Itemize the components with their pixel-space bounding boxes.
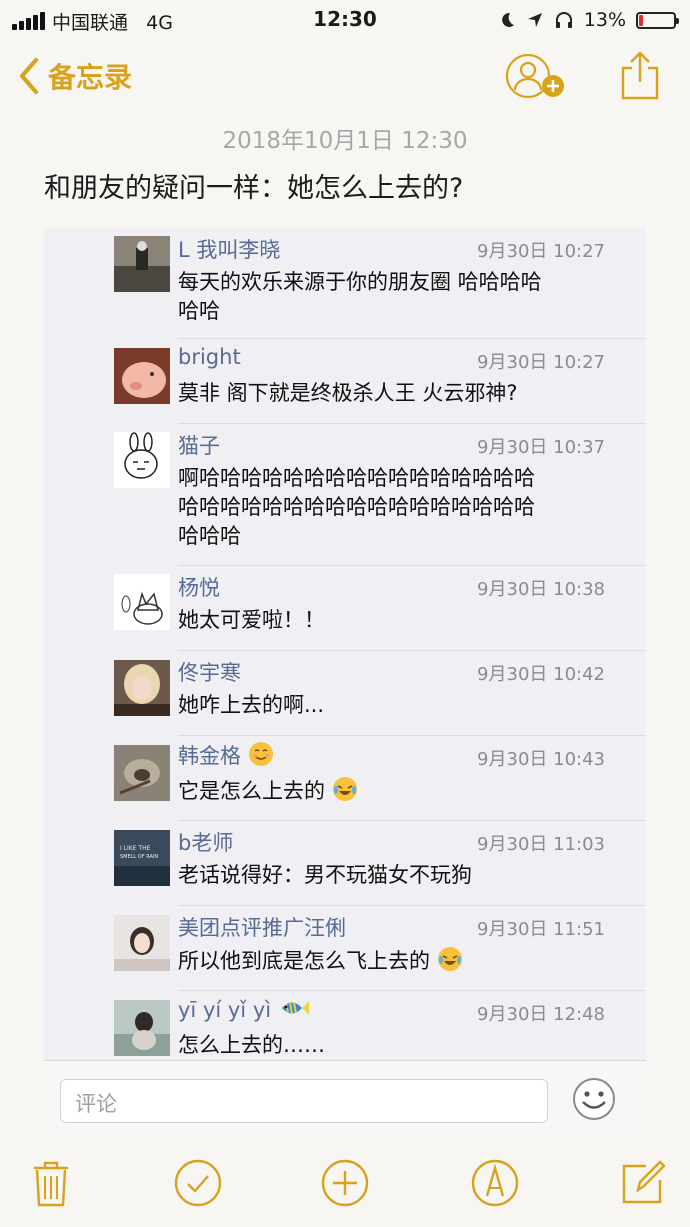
moon-icon <box>501 12 514 27</box>
comment-text: 莫非 阁下就是终极杀人王 火云邪神? <box>178 381 518 405</box>
commenter-name[interactable]: 杨悦 <box>178 572 220 602</box>
comment-time: 9月30日 10:37 <box>477 437 605 458</box>
add-person-icon[interactable] <box>504 52 568 104</box>
comment-item: 韩金格 9月30日 10:43 它是怎么上去的 <box>44 736 646 821</box>
checklist-icon[interactable] <box>173 1158 223 1208</box>
avatar <box>114 745 170 801</box>
smile-emoji-icon <box>248 741 274 772</box>
plus-icon[interactable] <box>320 1158 370 1208</box>
comment-time: 9月30日 10:27 <box>477 352 605 373</box>
comment-item: L 我叫李晓 9月30日 10:27 每天的欢乐来源于你的朋友圈 哈哈哈哈 哈哈 <box>44 228 646 339</box>
commenter-name[interactable]: bright <box>178 345 241 369</box>
battery-icon <box>636 11 679 29</box>
avatar: I LIKE THE SMELL OF RAIN <box>114 830 170 886</box>
comment-text: 每天的欢乐来源于你的朋友圈 哈哈哈哈 哈哈 <box>178 270 542 323</box>
comment-text: 它是怎么上去的 <box>178 776 610 810</box>
pen-icon[interactable] <box>470 1158 520 1208</box>
comment-text: 啊哈哈哈哈哈哈哈哈哈哈哈哈哈哈哈哈 哈哈哈哈哈哈哈哈哈哈哈哈哈哈哈哈哈 哈哈哈 <box>178 466 535 548</box>
headphones-icon <box>555 12 572 28</box>
comment-item: I LIKE THE SMELL OF RAIN b老师 9月30日 11:03 … <box>44 821 646 906</box>
battery-level <box>639 14 643 26</box>
comment-time: 9月30日 10:43 <box>477 749 605 770</box>
comment-time: 9月30日 12:48 <box>477 1004 605 1025</box>
commenter-name[interactable]: b老师 <box>178 827 233 857</box>
commenter-name[interactable]: 猫子 <box>178 430 220 460</box>
comment-item: 美团点评推广汪俐 9月30日 11:51 所以他到底是怎么飞上去的 <box>44 906 646 991</box>
laugh-cry-emoji-icon <box>437 946 463 980</box>
location-icon <box>527 13 542 27</box>
bottom-toolbar <box>0 1150 690 1227</box>
avatar <box>114 348 170 404</box>
commenter-name[interactable]: yī yí yǐ yì <box>178 995 310 1026</box>
comment-item: bright 9月30日 10:27 莫非 阁下就是终极杀人王 火云邪神? <box>44 339 646 424</box>
comment-time: 9月30日 11:51 <box>477 919 605 940</box>
status-bar: 中国联通 4G 12:30 13% <box>0 0 690 40</box>
back-button[interactable]: 备忘录 <box>18 56 132 96</box>
laugh-cry-emoji-icon <box>332 776 358 810</box>
comment-time: 9月30日 10:27 <box>477 241 605 262</box>
commenter-name[interactable]: 美团点评推广汪俐 <box>178 912 346 942</box>
comment-time: 9月30日 10:42 <box>477 664 605 685</box>
comment-time: 9月30日 10:38 <box>477 579 605 600</box>
comment-item: yī yí yǐ yì 9月30日 12:48 怎么上去的…… <box>44 991 646 1060</box>
note-headline[interactable]: 和朋友的疑问一样：她怎么上去的? <box>44 166 463 205</box>
comment-time: 9月30日 11:03 <box>477 834 605 855</box>
avatar <box>114 432 170 488</box>
trash-icon[interactable] <box>26 1158 76 1208</box>
avatar <box>114 574 170 630</box>
comment-list: L 我叫李晓 9月30日 10:27 每天的欢乐来源于你的朋友圈 哈哈哈哈 哈哈… <box>44 228 646 1060</box>
comment-text: 怎么上去的…… <box>178 1033 325 1057</box>
fish-emoji-icon <box>278 995 310 1026</box>
commenter-name[interactable]: 韩金格 <box>178 740 274 772</box>
avatar <box>114 236 170 292</box>
comment-text: 她太可爱啦！！ <box>178 608 325 632</box>
commenter-name[interactable]: L 我叫李晓 <box>178 234 280 264</box>
share-icon[interactable] <box>618 50 662 102</box>
back-label: 备忘录 <box>48 61 133 94</box>
avatar <box>114 1000 170 1056</box>
avatar <box>114 660 170 716</box>
embedded-screenshot: L 我叫李晓 9月30日 10:27 每天的欢乐来源于你的朋友圈 哈哈哈哈 哈哈… <box>44 228 646 1060</box>
avatar <box>114 915 170 971</box>
note-date: 2018年10月1日 12:30 <box>222 128 468 154</box>
emoji-icon[interactable] <box>572 1077 616 1121</box>
commenter-name[interactable]: 佟宇寒 <box>178 657 241 687</box>
svg-text:SMELL OF RAIN: SMELL OF RAIN <box>120 854 158 860</box>
comment-input[interactable]: 评论 <box>60 1079 548 1123</box>
chevron-left-icon <box>20 58 38 94</box>
comment-item: 杨悦 9月30日 10:38 她太可爱啦！！ <box>44 566 646 651</box>
svg-text:I LIKE THE: I LIKE THE <box>120 845 151 852</box>
comment-item: 佟宇寒 9月30日 10:42 她咋上去的啊... <box>44 651 646 736</box>
comment-text: 老话说得好：男不玩猫女不玩狗 <box>178 863 472 887</box>
comment-text: 她咋上去的啊... <box>178 693 325 717</box>
comment-input-bar: 评论 <box>44 1060 646 1133</box>
comment-item: 猫子 9月30日 10:37 啊哈哈哈哈哈哈哈哈哈哈哈哈哈哈哈哈 哈哈哈哈哈哈哈… <box>44 424 646 566</box>
battery-percent: 13% <box>583 9 626 31</box>
compose-icon[interactable] <box>618 1158 668 1208</box>
comment-text: 所以他到底是怎么飞上去的 <box>178 946 610 980</box>
